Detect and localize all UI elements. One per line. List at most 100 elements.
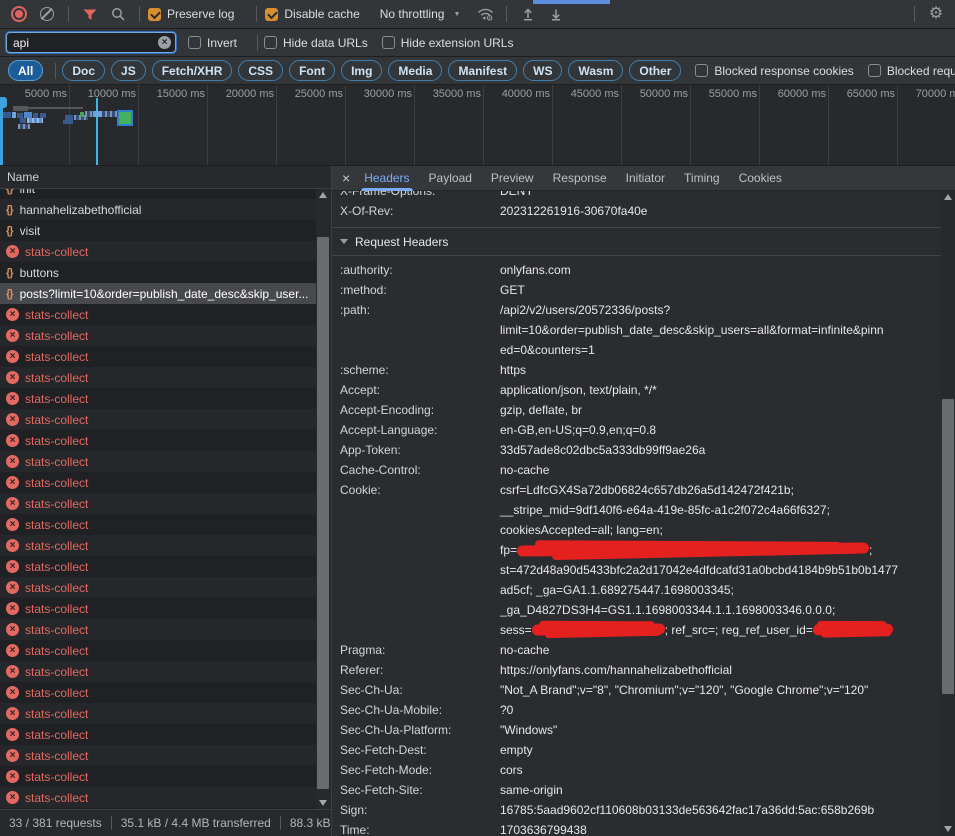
tab-initiator[interactable]: Initiator xyxy=(626,166,665,191)
scroll-up-icon[interactable] xyxy=(319,192,327,198)
scroll-down-icon[interactable] xyxy=(319,800,327,806)
header-values: DENY xyxy=(500,191,941,201)
blocked-requests-checkbox[interactable]: Blocked requests xyxy=(868,64,955,78)
throttling-dropdown[interactable]: No throttling ▼ xyxy=(380,7,461,21)
request-row[interactable]: ×stats-collect xyxy=(0,556,316,577)
request-row[interactable]: {}visit xyxy=(0,220,316,241)
request-row[interactable]: ×stats-collect xyxy=(0,451,316,472)
clear-button[interactable] xyxy=(34,3,60,25)
request-row[interactable]: ×stats-collect xyxy=(0,472,316,493)
disable-cache-checkbox[interactable]: Disable cache xyxy=(265,7,359,21)
hide-data-urls-checkbox[interactable]: Hide data URLs xyxy=(264,36,368,50)
request-headers-section-header[interactable]: Request Headers xyxy=(332,228,941,256)
request-row[interactable]: {}init xyxy=(0,189,316,199)
request-row[interactable]: ×stats-collect xyxy=(0,388,316,409)
filter-input[interactable]: api × xyxy=(6,32,176,53)
chevron-down-icon: ▼ xyxy=(453,11,460,18)
tab-headers[interactable]: Headers xyxy=(364,166,409,191)
timeline-tick-label: 35000 ms xyxy=(414,88,481,100)
filter-toggle-button[interactable] xyxy=(77,3,103,25)
request-row[interactable]: ×stats-collect xyxy=(0,745,316,766)
filter-chip-js[interactable]: JS xyxy=(111,60,146,81)
request-row[interactable]: ×stats-collect xyxy=(0,640,316,661)
request-row[interactable]: {}hannahelizabethofficial xyxy=(0,199,316,220)
header-name: :authority: xyxy=(340,260,500,280)
request-row[interactable]: ×stats-collect xyxy=(0,514,316,535)
request-row[interactable]: ×stats-collect xyxy=(0,241,316,262)
request-row[interactable]: {}buttons xyxy=(0,262,316,283)
load-event-marker xyxy=(96,98,98,165)
request-row[interactable]: ×stats-collect xyxy=(0,577,316,598)
import-har-button[interactable] xyxy=(515,3,541,25)
request-row[interactable]: ×stats-collect xyxy=(0,598,316,619)
export-har-button[interactable] xyxy=(543,3,569,25)
json-doc-icon: {} xyxy=(6,225,13,237)
request-name: stats-collect xyxy=(25,308,316,322)
filter-chip-doc[interactable]: Doc xyxy=(62,60,105,81)
overview-left-handle[interactable] xyxy=(0,97,3,165)
header-row: Sec-Fetch-Site:same-origin xyxy=(332,780,941,800)
hide-extension-urls-label: Hide extension URLs xyxy=(401,36,514,50)
request-list-scrollbar[interactable] xyxy=(316,189,331,809)
filter-chip-img[interactable]: Img xyxy=(341,60,382,81)
request-row[interactable]: ×stats-collect xyxy=(0,325,316,346)
request-row[interactable]: ×stats-collect xyxy=(0,703,316,724)
header-values: https xyxy=(500,360,941,380)
scroll-down-icon[interactable] xyxy=(944,826,952,832)
clear-filter-icon[interactable]: × xyxy=(158,36,171,49)
filter-chip-other[interactable]: Other xyxy=(629,60,681,81)
header-row: :scheme:https xyxy=(332,360,941,380)
filter-chip-font[interactable]: Font xyxy=(289,60,335,81)
request-row[interactable]: ×stats-collect xyxy=(0,661,316,682)
request-row[interactable]: ×stats-collect xyxy=(0,304,316,325)
network-conditions-button[interactable] xyxy=(472,3,498,25)
name-column-label: Name xyxy=(7,170,39,184)
request-row-selected[interactable]: {}posts?limit=10&order=publish_date_desc… xyxy=(0,283,316,304)
tab-payload[interactable]: Payload xyxy=(429,166,472,191)
preserve-log-checkbox[interactable]: Preserve log xyxy=(148,7,234,21)
network-overview-timeline[interactable]: 5000 ms10000 ms15000 ms20000 ms25000 ms3… xyxy=(0,85,955,166)
tab-cookies[interactable]: Cookies xyxy=(739,166,782,191)
name-column-header[interactable]: Name xyxy=(0,166,331,189)
request-row[interactable]: ×stats-collect xyxy=(0,409,316,430)
filter-chip-css[interactable]: CSS xyxy=(238,60,283,81)
request-row[interactable]: ×stats-collect xyxy=(0,619,316,640)
scroll-up-icon[interactable] xyxy=(944,194,952,200)
checkbox-checked-icon xyxy=(265,8,278,21)
hide-extension-urls-checkbox[interactable]: Hide extension URLs xyxy=(382,36,514,50)
tab-response[interactable]: Response xyxy=(553,166,607,191)
funnel-icon xyxy=(83,8,97,21)
filter-chip-media[interactable]: Media xyxy=(388,60,442,81)
request-row[interactable]: ×stats-collect xyxy=(0,766,316,787)
filter-chip-manifest[interactable]: Manifest xyxy=(448,60,517,81)
request-row[interactable]: ×stats-collect xyxy=(0,535,316,556)
header-value: no-cache xyxy=(500,460,941,480)
header-name: Cookie: xyxy=(340,480,500,640)
filter-chip-all[interactable]: All xyxy=(8,60,43,81)
close-icon[interactable]: × xyxy=(342,171,350,185)
request-row[interactable]: ×stats-collect xyxy=(0,724,316,745)
details-scrollbar[interactable] xyxy=(941,191,955,836)
request-name: stats-collect xyxy=(25,371,316,385)
details-tab-bar: × Headers Payload Preview Response Initiator… xyxy=(332,166,955,191)
settings-button[interactable]: ⚙ xyxy=(923,3,949,25)
summary-item: 33 / 381 requests xyxy=(9,816,102,830)
request-row[interactable]: ×stats-collect xyxy=(0,430,316,451)
tab-preview[interactable]: Preview xyxy=(491,166,534,191)
request-row[interactable]: ×stats-collect xyxy=(0,367,316,388)
record-button[interactable] xyxy=(6,3,32,25)
filter-chip-ws[interactable]: WS xyxy=(523,60,562,81)
filter-chip-fetch-xhr[interactable]: Fetch/XHR xyxy=(152,60,233,81)
request-row[interactable]: ×stats-collect xyxy=(0,346,316,367)
search-button[interactable] xyxy=(105,3,131,25)
tab-timing[interactable]: Timing xyxy=(684,166,720,191)
header-value: csrf=LdfcGX4Sa72db06824c657db26a5d142472… xyxy=(500,480,941,500)
request-row[interactable]: ×stats-collect xyxy=(0,682,316,703)
blocked-response-cookies-checkbox[interactable]: Blocked response cookies xyxy=(695,64,853,78)
scrollbar-thumb[interactable] xyxy=(317,237,329,789)
invert-checkbox[interactable]: Invert xyxy=(188,36,237,50)
scrollbar-thumb[interactable] xyxy=(942,399,954,694)
request-row[interactable]: ×stats-collect xyxy=(0,787,316,808)
filter-chip-wasm[interactable]: Wasm xyxy=(568,60,623,81)
request-row[interactable]: ×stats-collect xyxy=(0,493,316,514)
